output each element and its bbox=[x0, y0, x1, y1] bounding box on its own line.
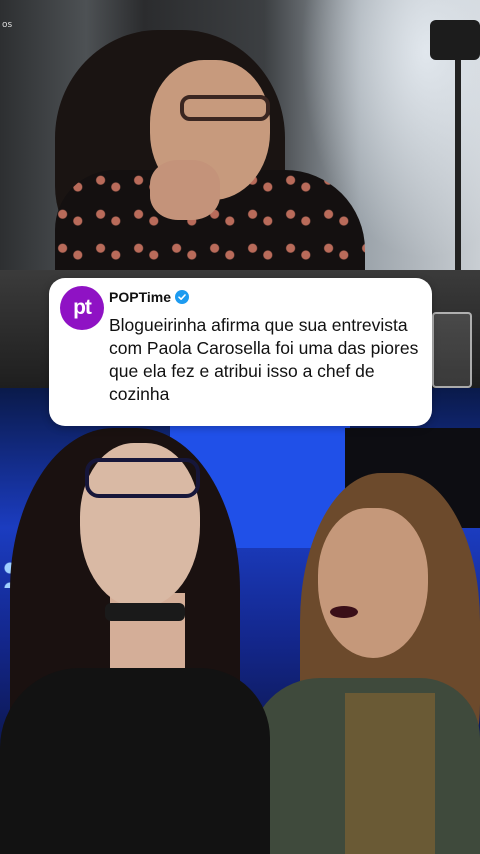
tweet-text: Blogueirinha afirma que sua entrevista c… bbox=[109, 315, 419, 404]
right-woman-shirt bbox=[345, 693, 435, 854]
water-glass bbox=[432, 312, 472, 388]
camera-lamp bbox=[430, 20, 480, 60]
woman-hand bbox=[150, 160, 220, 220]
account-name-row: POPTime bbox=[109, 289, 189, 305]
account-avatar[interactable]: pt bbox=[60, 286, 104, 330]
right-woman-face bbox=[318, 508, 428, 658]
left-woman-glasses bbox=[85, 458, 200, 498]
top-watermark: os bbox=[2, 20, 13, 30]
avatar-initials: pt bbox=[73, 296, 92, 319]
woman-glasses bbox=[180, 95, 270, 121]
account-name[interactable]: POPTime bbox=[109, 289, 171, 305]
left-woman-jacket bbox=[0, 668, 270, 854]
tweet-card[interactable]: pt POPTime Blogueirinha afirma que sua e… bbox=[49, 278, 432, 426]
verified-check-icon bbox=[175, 290, 189, 304]
right-woman-lips bbox=[330, 606, 358, 618]
bottom-photo bbox=[0, 388, 480, 854]
left-woman-choker bbox=[105, 603, 185, 621]
tripod bbox=[455, 60, 461, 300]
